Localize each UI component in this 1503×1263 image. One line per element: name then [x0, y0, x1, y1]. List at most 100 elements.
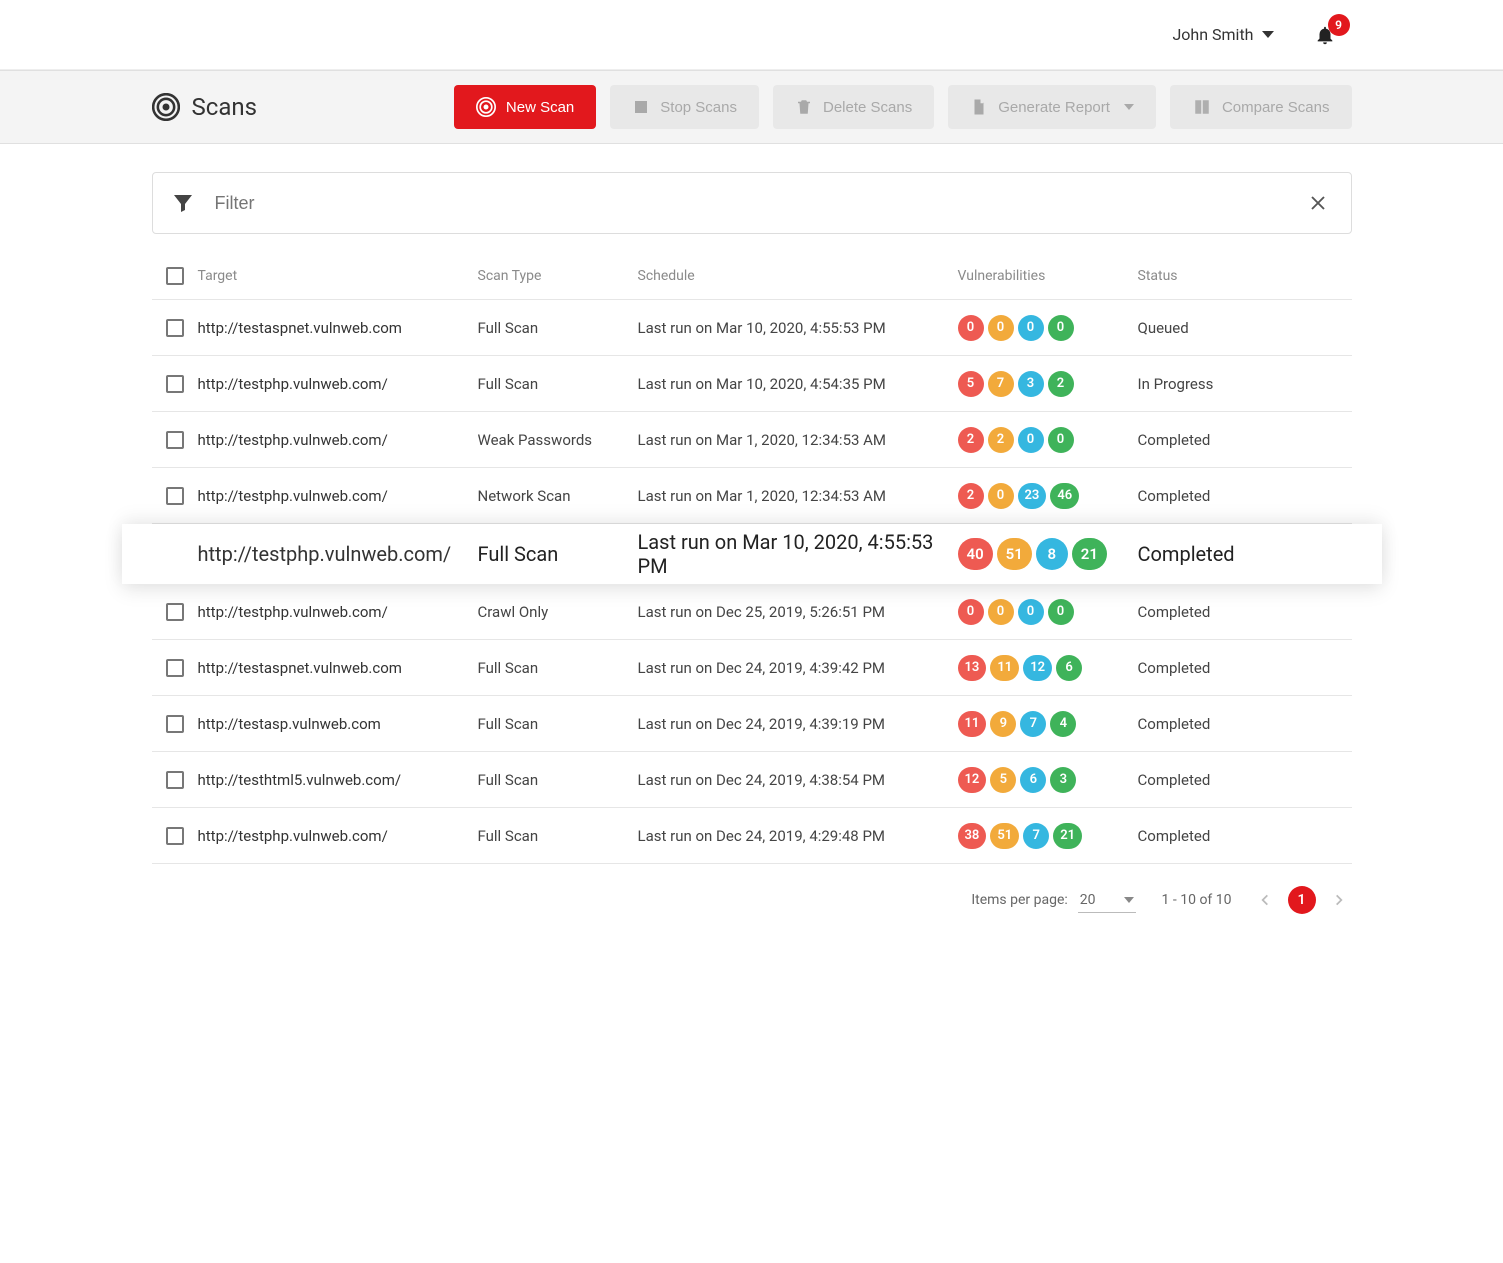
vuln-pill: 0	[1018, 599, 1044, 625]
document-icon	[970, 98, 988, 116]
vuln-pill: 11	[990, 655, 1019, 681]
page-range: 1 - 10 of 10	[1162, 892, 1232, 908]
vuln-pill: 11	[958, 711, 987, 737]
row-target: http://testaspnet.vulnweb.com	[198, 659, 478, 677]
row-target: http://testphp.vulnweb.com/	[198, 375, 478, 393]
new-scan-button[interactable]: New Scan	[454, 85, 596, 129]
row-checkbox[interactable]	[166, 375, 184, 393]
row-target: http://testphp.vulnweb.com/	[198, 603, 478, 621]
row-vulnerabilities: 202346	[958, 483, 1138, 509]
row-scan-type: Full Scan	[478, 659, 638, 677]
row-vulnerabilities: 3851721	[958, 823, 1138, 849]
compare-scans-button[interactable]: Compare Scans	[1170, 85, 1352, 129]
chevron-left-icon	[1258, 890, 1272, 910]
chevron-right-icon	[1332, 890, 1346, 910]
vuln-pill: 4	[1050, 711, 1076, 737]
scans-table: Target Scan Type Schedule Vulnerabilitie…	[152, 252, 1352, 864]
user-menu[interactable]: John Smith	[1172, 25, 1273, 44]
table-row[interactable]: http://testphp.vulnweb.com/Full ScanLast…	[152, 356, 1352, 412]
table-row[interactable]: http://testphp.vulnweb.com/Crawl OnlyLas…	[152, 584, 1352, 640]
vuln-pill: 0	[988, 315, 1014, 341]
row-scan-type: Full Scan	[478, 827, 638, 845]
filter-input[interactable]	[213, 192, 1303, 215]
row-scan-type: Full Scan	[478, 715, 638, 733]
table-row[interactable]: http://testphp.vulnweb.com/Full ScanLast…	[122, 524, 1382, 584]
row-scan-type: Full Scan	[478, 319, 638, 337]
row-status: Completed	[1138, 487, 1352, 505]
user-name: John Smith	[1172, 25, 1253, 44]
table-row[interactable]: http://testphp.vulnweb.com/Full ScanLast…	[152, 808, 1352, 864]
row-schedule: Last run on Mar 1, 2020, 12:34:53 AM	[638, 487, 958, 505]
row-schedule: Last run on Mar 1, 2020, 12:34:53 AM	[638, 431, 958, 449]
vuln-pill: 0	[1018, 427, 1044, 453]
table-header: Target Scan Type Schedule Vulnerabilitie…	[152, 252, 1352, 300]
vuln-pill: 21	[1072, 538, 1107, 570]
vuln-pill: 0	[988, 483, 1014, 509]
prev-page-button[interactable]	[1258, 890, 1272, 910]
col-status[interactable]: Status	[1138, 268, 1352, 284]
table-row[interactable]: http://testaspnet.vulnweb.comFull ScanLa…	[152, 640, 1352, 696]
items-per-page-value: 20	[1080, 892, 1096, 908]
row-vulnerabilities: 11974	[958, 711, 1138, 737]
filter-box	[152, 172, 1352, 234]
vuln-pill: 13	[958, 655, 987, 681]
col-target[interactable]: Target	[198, 268, 478, 284]
col-scantype[interactable]: Scan Type	[478, 268, 638, 284]
generate-report-label: Generate Report	[998, 99, 1110, 116]
row-target: http://testphp.vulnweb.com/	[198, 827, 478, 845]
vuln-pill: 7	[988, 371, 1014, 397]
stop-scans-button[interactable]: Stop Scans	[610, 85, 759, 129]
row-scan-type: Full Scan	[478, 375, 638, 393]
vuln-pill: 2	[1048, 371, 1074, 397]
generate-report-button[interactable]: Generate Report	[948, 85, 1156, 129]
vuln-pill: 6	[1020, 767, 1046, 793]
scans-icon	[152, 93, 180, 121]
row-checkbox[interactable]	[166, 431, 184, 449]
items-per-page-select[interactable]: 20	[1078, 888, 1136, 913]
row-scan-type: Full Scan	[478, 771, 638, 789]
row-scan-type: Network Scan	[478, 487, 638, 505]
chevron-down-icon	[1124, 104, 1134, 110]
row-checkbox[interactable]	[166, 827, 184, 845]
notifications-button[interactable]: 9	[1314, 24, 1336, 46]
chevron-down-icon	[1124, 897, 1134, 903]
vuln-pill: 12	[1023, 655, 1052, 681]
row-checkbox[interactable]	[166, 319, 184, 337]
vuln-pill: 0	[1048, 315, 1074, 341]
select-all-checkbox[interactable]	[166, 267, 184, 285]
row-status: Completed	[1138, 715, 1352, 733]
row-schedule: Last run on Dec 24, 2019, 4:38:54 PM	[638, 771, 958, 789]
row-status: Completed	[1138, 827, 1352, 845]
vuln-pill: 8	[1036, 538, 1068, 570]
table-row[interactable]: http://testphp.vulnweb.com/Network ScanL…	[152, 468, 1352, 524]
vuln-pill: 51	[997, 538, 1032, 570]
col-schedule[interactable]: Schedule	[638, 268, 958, 284]
table-row[interactable]: http://testphp.vulnweb.com/Weak Password…	[152, 412, 1352, 468]
row-status: Completed	[1138, 542, 1352, 566]
delete-scans-button[interactable]: Delete Scans	[773, 85, 934, 129]
col-vulns[interactable]: Vulnerabilities	[958, 268, 1138, 284]
vuln-pill: 12	[958, 767, 987, 793]
stop-icon	[632, 98, 650, 116]
row-checkbox[interactable]	[166, 715, 184, 733]
table-row[interactable]: http://testaspnet.vulnweb.comFull ScanLa…	[152, 300, 1352, 356]
row-vulnerabilities: 12563	[958, 767, 1138, 793]
vuln-pill: 5	[958, 371, 984, 397]
row-target: http://testasp.vulnweb.com	[198, 715, 478, 733]
chevron-down-icon	[1262, 31, 1274, 38]
vuln-pill: 0	[988, 599, 1014, 625]
row-schedule: Last run on Dec 25, 2019, 5:26:51 PM	[638, 603, 958, 621]
row-vulnerabilities: 4051821	[958, 538, 1138, 570]
row-checkbox[interactable]	[166, 603, 184, 621]
clear-filter-button[interactable]	[1303, 188, 1333, 218]
row-checkbox[interactable]	[166, 771, 184, 789]
row-checkbox[interactable]	[166, 659, 184, 677]
row-vulnerabilities: 0000	[958, 315, 1138, 341]
filter-icon	[171, 191, 195, 215]
next-page-button[interactable]	[1332, 890, 1346, 910]
table-row[interactable]: http://testasp.vulnweb.comFull ScanLast …	[152, 696, 1352, 752]
row-checkbox[interactable]	[166, 487, 184, 505]
vuln-pill: 3	[1018, 371, 1044, 397]
table-row[interactable]: http://testhtml5.vulnweb.com/Full ScanLa…	[152, 752, 1352, 808]
current-page[interactable]: 1	[1288, 886, 1316, 914]
